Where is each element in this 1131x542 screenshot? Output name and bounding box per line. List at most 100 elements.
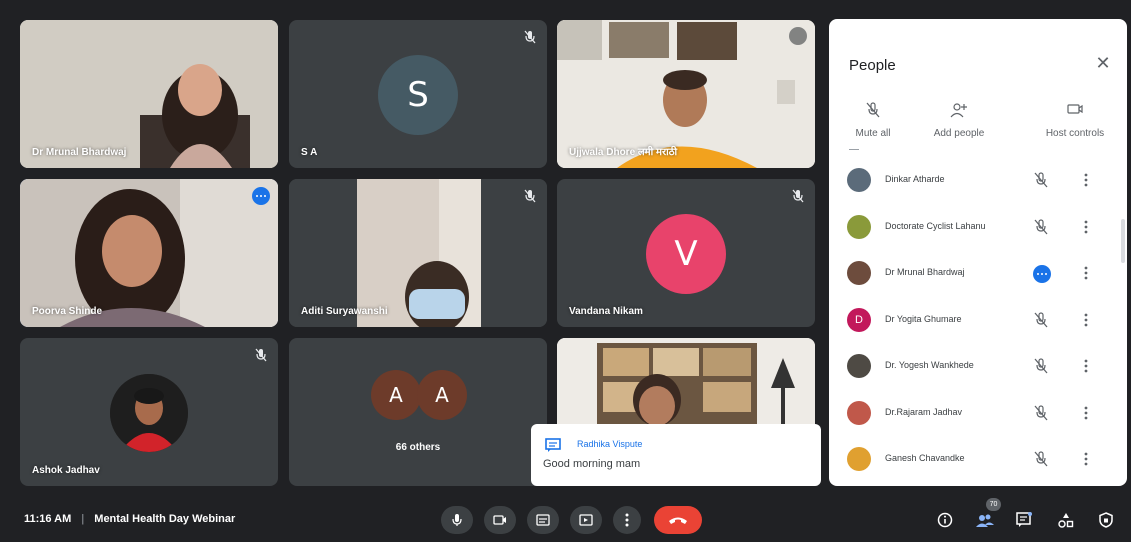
chat-notification[interactable]: Radhika Vispute Good morning mam	[531, 424, 821, 486]
present-icon	[579, 514, 593, 526]
participant-name: Ashok Jadhav	[32, 465, 100, 476]
mic-icon	[452, 514, 462, 526]
end-call-icon	[669, 517, 687, 524]
participant-list-avatar: D	[847, 307, 871, 332]
add-people-button[interactable]: Add people	[919, 102, 999, 139]
meeting-details[interactable]: 11:16 AM | Mental Health Day Webinar	[24, 513, 235, 525]
captions-button[interactable]	[527, 506, 559, 534]
participant-list-name: Dr.Rajaram Jadhav	[885, 406, 963, 417]
mute-all-button[interactable]: Mute all	[833, 102, 913, 139]
speaking-indicator-icon	[252, 187, 270, 205]
participant-tile[interactable]: Ashok Jadhav	[20, 338, 278, 486]
chat-message-text: Good morning mam	[543, 458, 641, 470]
close-icon: ✕	[1095, 53, 1111, 73]
activities-icon	[1058, 513, 1074, 528]
mic-off-icon[interactable]	[1034, 451, 1048, 467]
more-options-icon[interactable]	[1081, 263, 1091, 283]
participant-avatar: V	[646, 214, 726, 294]
more-options-icon[interactable]	[1081, 403, 1091, 423]
participant-list-avatar	[847, 447, 871, 471]
tile-options-button[interactable]	[789, 27, 807, 45]
participant-list-item[interactable]: Ganesh Chavandke	[829, 438, 1127, 482]
participant-tile[interactable]: V Vandana Nikam	[557, 179, 815, 327]
participant-avatar: S	[378, 55, 458, 135]
participant-list-avatar	[847, 168, 871, 192]
camera-button[interactable]	[484, 506, 516, 534]
host-controls-icon	[1067, 104, 1083, 114]
participant-list-item[interactable]: Doctorate Cyclist Lahanu	[829, 206, 1127, 250]
more-options-icon[interactable]	[1081, 449, 1091, 469]
participant-tile[interactable]: Poorva Shinde	[20, 179, 278, 327]
shield-icon	[1099, 512, 1113, 528]
participant-tile[interactable]: Aditi Suryawanshi	[289, 179, 547, 327]
end-call-button[interactable]	[654, 506, 702, 534]
avatar-initial: A	[389, 383, 403, 407]
participant-list-item[interactable]: Dinkar Atharde	[829, 159, 1127, 203]
avatar-initial: V	[674, 234, 698, 274]
mic-off-icon	[524, 30, 536, 44]
participant-name: Poorva Shinde	[32, 306, 103, 317]
participant-list-item[interactable]: Dr Mrunal Bhardwaj	[829, 252, 1127, 296]
more-options-icon[interactable]	[1081, 356, 1091, 376]
close-panel-button[interactable]: ✕	[1093, 53, 1113, 73]
present-button[interactable]	[570, 506, 602, 534]
mic-off-icon	[524, 189, 536, 203]
more-icon	[625, 513, 629, 527]
mic-off-icon[interactable]	[1034, 311, 1048, 328]
participant-avatar: A	[417, 370, 467, 420]
mic-off-icon[interactable]	[1034, 404, 1048, 421]
participant-list-avatar	[847, 261, 871, 285]
participant-list-item[interactable]: D Dr Yogita Ghumare	[829, 299, 1127, 343]
meeting-info-button[interactable]	[932, 506, 958, 534]
participant-list-item[interactable]: Dr.Rajaram Jadhav	[829, 392, 1127, 436]
participant-name: S A	[301, 147, 318, 158]
participant-tile[interactable]: S S A	[289, 20, 547, 168]
speaking-indicator-icon	[1033, 265, 1051, 283]
participant-list-item[interactable]: Dr. Yogesh Wankhede	[829, 345, 1127, 389]
participant-count-badge: 70	[986, 498, 1001, 511]
activities-button[interactable]	[1053, 506, 1079, 534]
more-options-button[interactable]	[613, 506, 641, 534]
people-button[interactable]: 70	[972, 498, 1001, 534]
people-panel: People ✕ Mute all Add people Host contro…	[829, 19, 1127, 486]
participant-list-name: Dr. Yogesh Wankhede	[885, 360, 974, 370]
mic-off-icon[interactable]	[1034, 218, 1048, 235]
info-icon	[937, 512, 953, 528]
bottom-toolbar: 11:16 AM | Mental Health Day Webinar 70	[0, 492, 1131, 542]
participant-tile[interactable]: Ujjwala Dhore लमी मराठी	[557, 20, 815, 168]
participant-avatar: A	[371, 370, 421, 420]
participant-video	[289, 179, 547, 327]
add-person-icon	[950, 103, 967, 118]
mic-off-icon[interactable]	[1034, 358, 1048, 374]
more-options-icon[interactable]	[1081, 310, 1091, 330]
host-controls-toolbar-button[interactable]	[1093, 506, 1119, 534]
add-people-label: Add people	[933, 128, 985, 139]
chat-icon	[545, 438, 561, 452]
mic-off-icon	[255, 348, 267, 362]
participant-name: Vandana Nikam	[569, 306, 643, 317]
others-tile[interactable]: A A 66 others	[289, 338, 547, 486]
camera-icon	[493, 515, 506, 525]
mic-off-icon	[866, 102, 880, 118]
participant-video	[20, 179, 278, 327]
host-controls-label: Host controls	[1045, 128, 1105, 139]
avatar-initial: S	[407, 75, 429, 115]
participant-tile[interactable]: Dr Mrunal Bhardwaj	[20, 20, 278, 168]
people-icon	[976, 514, 994, 527]
participant-list-avatar	[847, 354, 871, 378]
more-options-icon[interactable]	[1081, 217, 1091, 237]
participant-list-avatar	[847, 214, 871, 239]
mute-all-label: Mute all	[855, 128, 891, 139]
participant-list-scrollbar[interactable]	[1121, 219, 1125, 263]
participant-name: Ujjwala Dhore लमी मराठी	[569, 147, 678, 158]
more-options-icon[interactable]	[1081, 170, 1091, 190]
participant-name: Aditi Suryawanshi	[301, 306, 388, 317]
chat-button[interactable]	[1011, 506, 1037, 534]
panel-title: People	[849, 57, 896, 74]
microphone-button[interactable]	[441, 506, 473, 534]
participant-video	[20, 20, 278, 168]
avatar-initial: A	[435, 383, 449, 407]
mic-off-icon[interactable]	[1034, 172, 1048, 188]
host-controls-button[interactable]: Host controls	[1025, 102, 1125, 139]
participant-list-name: Doctorate Cyclist Lahanu	[885, 220, 986, 231]
